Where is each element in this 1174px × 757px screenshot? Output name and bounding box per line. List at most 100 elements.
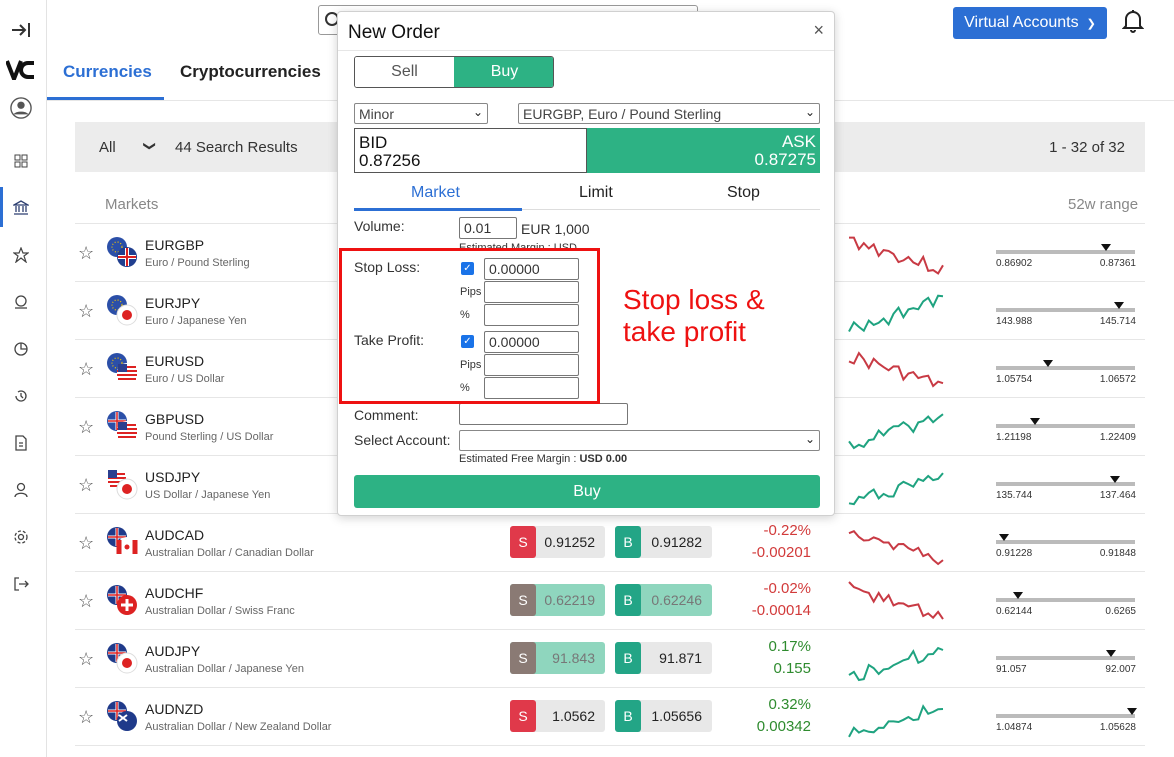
table-row[interactable]: ☆ AUDJPY Australian Dollar / Japanese Yen S… <box>75 630 1145 688</box>
symbol-description: Pound Sterling / US Dollar <box>145 431 274 443</box>
range-high: 1.05628 <box>1099 722 1136 733</box>
range-high: 137.464 <box>1099 490 1136 501</box>
range-high: 1.22409 <box>1099 432 1136 443</box>
account-select[interactable]: ⌄ <box>459 430 820 451</box>
category-select-value: Minor <box>359 106 395 122</box>
instrument-select[interactable]: EURGBP, Euro / Pound Sterling ⌄ <box>518 103 820 124</box>
annotation-text: Stop loss & take profit <box>623 284 765 348</box>
sell-button[interactable]: S 91.843 <box>510 642 605 674</box>
virtual-accounts-label: Virtual Accounts <box>964 14 1079 31</box>
buy-button[interactable]: B 1.05656 <box>615 700 712 732</box>
change-percent: -0.22% <box>763 522 811 539</box>
change-percent: 0.17% <box>768 638 811 655</box>
tab-currencies[interactable]: Currencies <box>63 62 152 82</box>
markets-header: Markets <box>105 196 159 213</box>
annotation-highlight-box <box>339 248 600 404</box>
range-track <box>996 366 1135 370</box>
buy-button[interactable]: B 0.91282 <box>615 526 712 558</box>
sell-price: 0.62219 <box>544 592 595 608</box>
chevron-down-icon: ❯ <box>1086 17 1096 30</box>
sell-toggle-button[interactable]: Sell <box>355 57 454 87</box>
category-select[interactable]: Minor ⌄ <box>354 103 488 124</box>
virtual-accounts-button[interactable]: Virtual Accounts ❯ <box>953 7 1107 39</box>
notifications-bell-icon[interactable] <box>1121 9 1145 38</box>
sell-badge: S <box>510 526 536 558</box>
range-high: 145.714 <box>1099 316 1136 327</box>
range-low: 0.86902 <box>996 258 1033 269</box>
ask-panel[interactable]: ASK 0.87275 <box>587 128 820 173</box>
volume-input[interactable]: 0.01 <box>459 217 517 239</box>
range-low: 1.21198 <box>996 432 1032 443</box>
favorite-star-icon[interactable]: ☆ <box>78 359 94 380</box>
volume-unit: EUR 1,000 <box>521 221 590 237</box>
tab-market[interactable]: Market <box>411 184 460 202</box>
range-high: 0.6265 <box>1105 606 1136 617</box>
buy-button[interactable]: B 91.871 <box>615 642 712 674</box>
favorite-star-icon[interactable]: ☆ <box>78 301 94 322</box>
dashboard-icon[interactable] <box>10 150 32 172</box>
document-icon[interactable] <box>10 432 32 454</box>
symbol-description: Australian Dollar / Japanese Yen <box>145 663 304 675</box>
currency-flag-icon <box>106 642 138 674</box>
settings-gear-icon[interactable] <box>10 526 32 548</box>
chevron-down-icon: ⌄ <box>472 105 483 119</box>
favorite-star-icon[interactable]: ☆ <box>78 649 94 670</box>
change-absolute: 0.155 <box>773 660 811 677</box>
tab-limit[interactable]: Limit <box>579 184 613 202</box>
sparkline-chart <box>848 406 944 450</box>
symbol-description: Australian Dollar / New Zealand Dollar <box>145 721 332 733</box>
sparkline-chart <box>848 696 944 740</box>
sparkline-chart <box>848 232 944 276</box>
symbol-name: EURGBP <box>145 237 205 253</box>
free-margin-value: USD 0.00 <box>579 453 628 465</box>
favorite-star-icon[interactable]: ☆ <box>78 533 94 554</box>
table-row[interactable]: ☆ AUDCAD Australian Dollar / Canadian Doll… <box>75 514 1145 572</box>
range-low: 1.05754 <box>996 374 1033 385</box>
range-track <box>996 250 1135 254</box>
close-icon[interactable]: × <box>813 20 824 41</box>
range-bar: 1.04874 1.05628 <box>996 708 1138 738</box>
sell-button[interactable]: S 1.0562 <box>510 700 605 732</box>
buy-price: 0.91282 <box>651 534 702 550</box>
category-filter-select[interactable]: All ❯ <box>99 139 157 156</box>
sell-badge: S <box>510 584 536 616</box>
buy-toggle-button[interactable]: Buy <box>454 57 553 87</box>
range-low: 1.04874 <box>996 722 1033 733</box>
favorite-star-icon[interactable]: ☆ <box>78 707 94 728</box>
chevron-down-icon: ❯ <box>143 140 158 152</box>
currency-flag-icon <box>106 526 138 558</box>
favorite-star-icon[interactable]: ☆ <box>78 475 94 496</box>
buy-order-button[interactable]: Buy <box>354 475 820 508</box>
range-low: 0.62144 <box>996 606 1033 617</box>
pie-chart-icon[interactable] <box>10 338 32 360</box>
currency-flag-icon <box>106 410 138 442</box>
comment-input[interactable] <box>459 403 628 425</box>
user-avatar-icon[interactable] <box>10 97 32 119</box>
buy-button[interactable]: B 0.62246 <box>615 584 712 616</box>
table-row[interactable]: ☆ AUDCHF Australian Dollar / Swiss Franc S 0… <box>75 572 1145 630</box>
range-low: 143.988 <box>996 316 1033 327</box>
favorite-star-icon[interactable]: ☆ <box>78 243 94 264</box>
table-row[interactable]: ☆ AUDNZD Australian Dollar / New Zealand D… <box>75 688 1145 746</box>
tab-stop[interactable]: Stop <box>727 184 760 202</box>
logout-icon[interactable] <box>10 573 32 595</box>
profile-icon[interactable] <box>10 479 32 501</box>
bid-panel[interactable]: BID 0.87256 <box>354 128 587 173</box>
sell-button[interactable]: S 0.62219 <box>510 584 605 616</box>
favorite-star-icon[interactable]: ☆ <box>78 591 94 612</box>
portfolio-icon[interactable] <box>10 291 32 313</box>
sell-button[interactable]: S 0.91252 <box>510 526 605 558</box>
favorites-star-icon[interactable] <box>10 244 32 266</box>
markets-bank-icon[interactable] <box>10 197 32 219</box>
expand-sidebar-icon[interactable] <box>10 19 32 41</box>
modal-title: New Order <box>348 22 440 43</box>
tab-cryptocurrencies[interactable]: Cryptocurrencies <box>180 62 321 82</box>
symbol-name: EURUSD <box>145 353 205 369</box>
symbol-name: AUDCAD <box>145 527 205 543</box>
history-icon[interactable] <box>10 385 32 407</box>
sell-price: 0.91252 <box>544 534 595 550</box>
currency-flag-icon <box>106 584 138 616</box>
symbol-name: AUDCHF <box>145 585 204 601</box>
symbol-description: Euro / US Dollar <box>145 373 225 385</box>
favorite-star-icon[interactable]: ☆ <box>78 417 94 438</box>
